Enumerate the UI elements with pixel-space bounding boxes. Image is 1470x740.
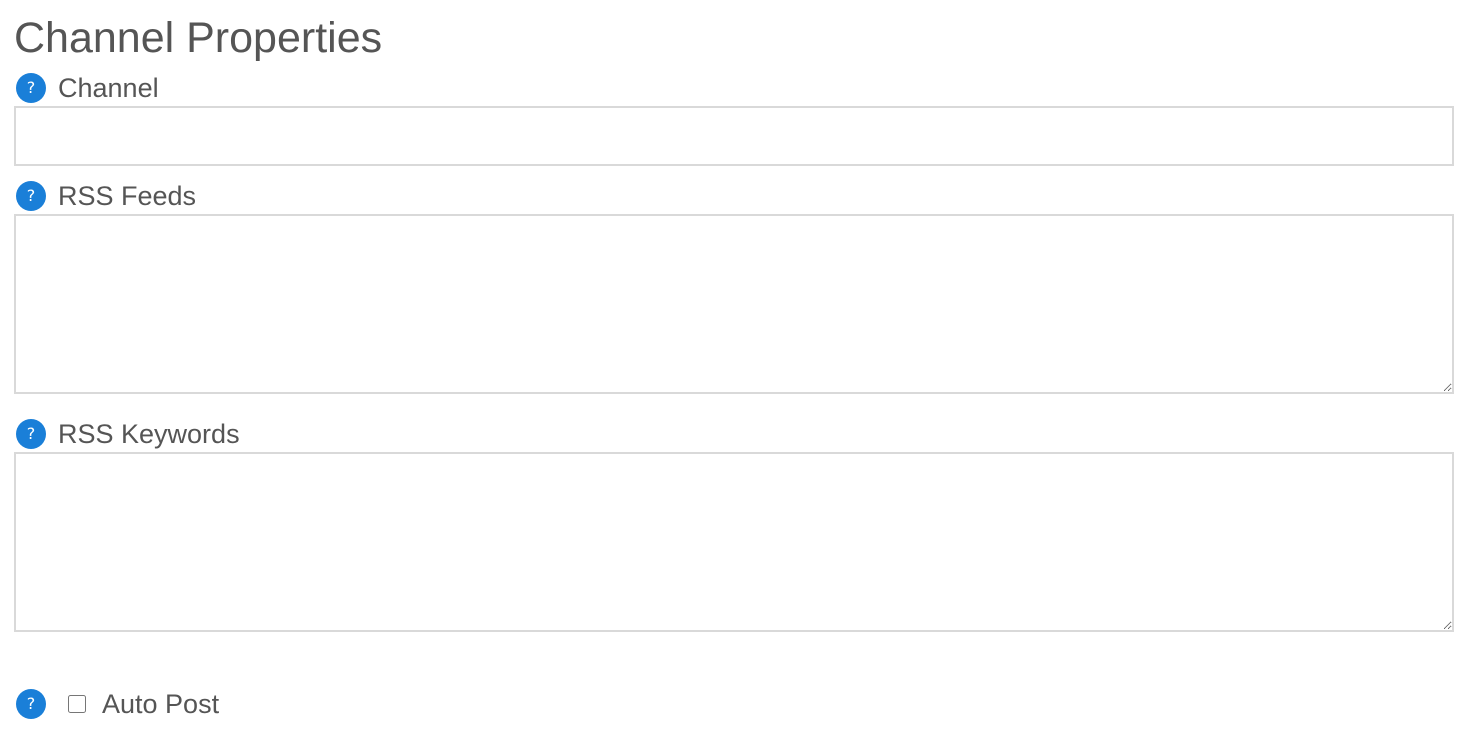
auto-post-checkbox[interactable] [68, 695, 86, 713]
rss-keywords-label: RSS Keywords [58, 418, 240, 449]
help-icon[interactable]: ? [16, 689, 46, 719]
rss-keywords-label-row: ? RSS Keywords [16, 418, 240, 450]
rss-feeds-textarea[interactable] [14, 214, 1454, 394]
help-icon[interactable]: ? [16, 73, 46, 103]
channel-label: Channel [58, 72, 159, 103]
page-title: Channel Properties [14, 14, 383, 62]
help-icon[interactable]: ? [16, 419, 46, 449]
channel-input[interactable] [14, 106, 1454, 166]
rss-feeds-label: RSS Feeds [58, 180, 197, 211]
help-icon[interactable]: ? [16, 181, 46, 211]
rss-keywords-textarea[interactable] [14, 452, 1454, 632]
auto-post-row: ? Auto Post [16, 688, 219, 720]
auto-post-label: Auto Post [102, 688, 220, 719]
channel-label-row: ? Channel [16, 72, 159, 104]
rss-feeds-label-row: ? RSS Feeds [16, 180, 196, 212]
